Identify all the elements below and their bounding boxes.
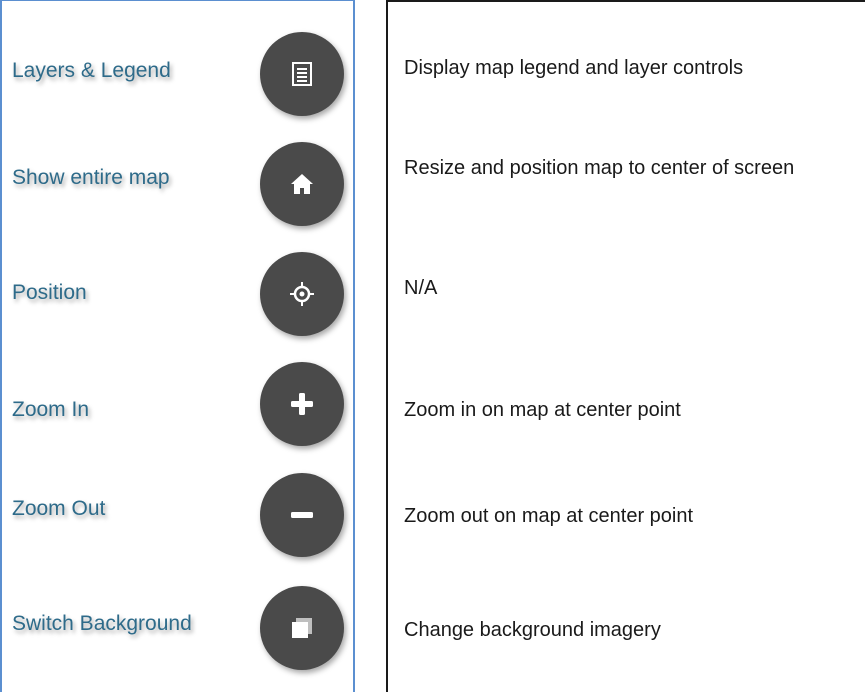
zoom-out-description: Zoom out on map at center point (404, 505, 694, 527)
map-tools-panel: Layers & Legend Show entire map Position… (0, 0, 355, 692)
zoom-in-description: Zoom in on map at center point (404, 399, 681, 421)
position-description: N/A (404, 277, 438, 299)
zoom-in-button[interactable] (260, 362, 344, 446)
show-entire-map-label: Show entire map (12, 166, 170, 189)
minus-icon (291, 512, 313, 518)
position-label: Position (12, 281, 87, 304)
switch-background-button[interactable] (260, 586, 344, 670)
descriptions-panel: Display map legend and layer controls Re… (386, 0, 865, 692)
switch-background-label: Switch Background (12, 612, 192, 635)
switch-background-description: Change background imagery (404, 619, 661, 641)
legend-list-icon (292, 62, 312, 86)
show-entire-map-button[interactable] (260, 142, 344, 226)
layers-stack-icon (292, 618, 312, 638)
zoom-in-label: Zoom In (12, 398, 90, 421)
zoom-out-label: Zoom Out (12, 497, 106, 520)
zoom-out-button[interactable] (260, 473, 344, 557)
layers-legend-description: Display map legend and layer controls (404, 57, 744, 79)
position-button[interactable] (260, 252, 344, 336)
crosshair-icon (290, 282, 314, 306)
home-icon (291, 174, 313, 194)
layers-legend-button[interactable] (260, 32, 344, 116)
layers-legend-label: Layers & Legend (12, 59, 171, 82)
plus-icon (291, 393, 313, 415)
show-entire-map-description: Resize and position map to center of scr… (404, 157, 795, 179)
